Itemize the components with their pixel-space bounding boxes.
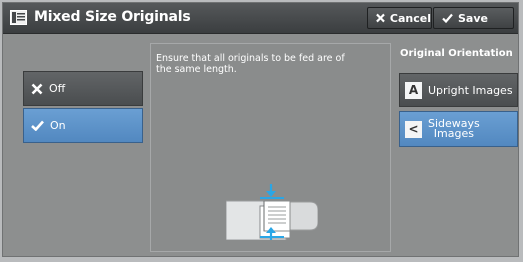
panel-message: Ensure that all originals to be fed are …	[156, 53, 345, 75]
page-title: Mixed Size Originals	[34, 9, 191, 25]
close-icon	[376, 13, 385, 23]
sideways-images-button[interactable]: < Sideways Images	[399, 111, 518, 147]
save-button[interactable]: Save	[433, 7, 514, 29]
save-label: Save	[458, 11, 488, 25]
checkmark-icon	[31, 120, 44, 131]
sideways-orientation-icon: <	[405, 120, 422, 138]
off-option-label: Off	[49, 82, 66, 95]
off-option-button[interactable]: Off	[23, 71, 143, 106]
cancel-label: Cancel	[389, 11, 431, 25]
upright-images-button[interactable]: A Upright Images	[399, 73, 518, 107]
upright-orientation-icon: A	[405, 81, 422, 99]
info-panel: Ensure that all originals to be fed are …	[150, 43, 391, 252]
on-option-button[interactable]: On	[23, 108, 143, 143]
document-feeder-illustration	[226, 184, 318, 240]
on-option-label: On	[50, 119, 66, 132]
document-list-icon	[10, 10, 27, 25]
close-icon	[31, 83, 43, 94]
upright-images-label: Upright Images	[428, 83, 513, 97]
sideways-images-label: Sideways Images	[428, 118, 480, 140]
mixed-size-originals-screen: Mixed Size Originals Cancel Save Off On …	[2, 2, 519, 257]
orientation-heading: Original Orientation	[400, 48, 513, 59]
cancel-button[interactable]: Cancel	[367, 7, 432, 29]
checkmark-icon	[442, 13, 453, 23]
title-bar: Mixed Size Originals Cancel Save	[3, 3, 518, 34]
sideways-label-line2: Images	[433, 127, 474, 140]
